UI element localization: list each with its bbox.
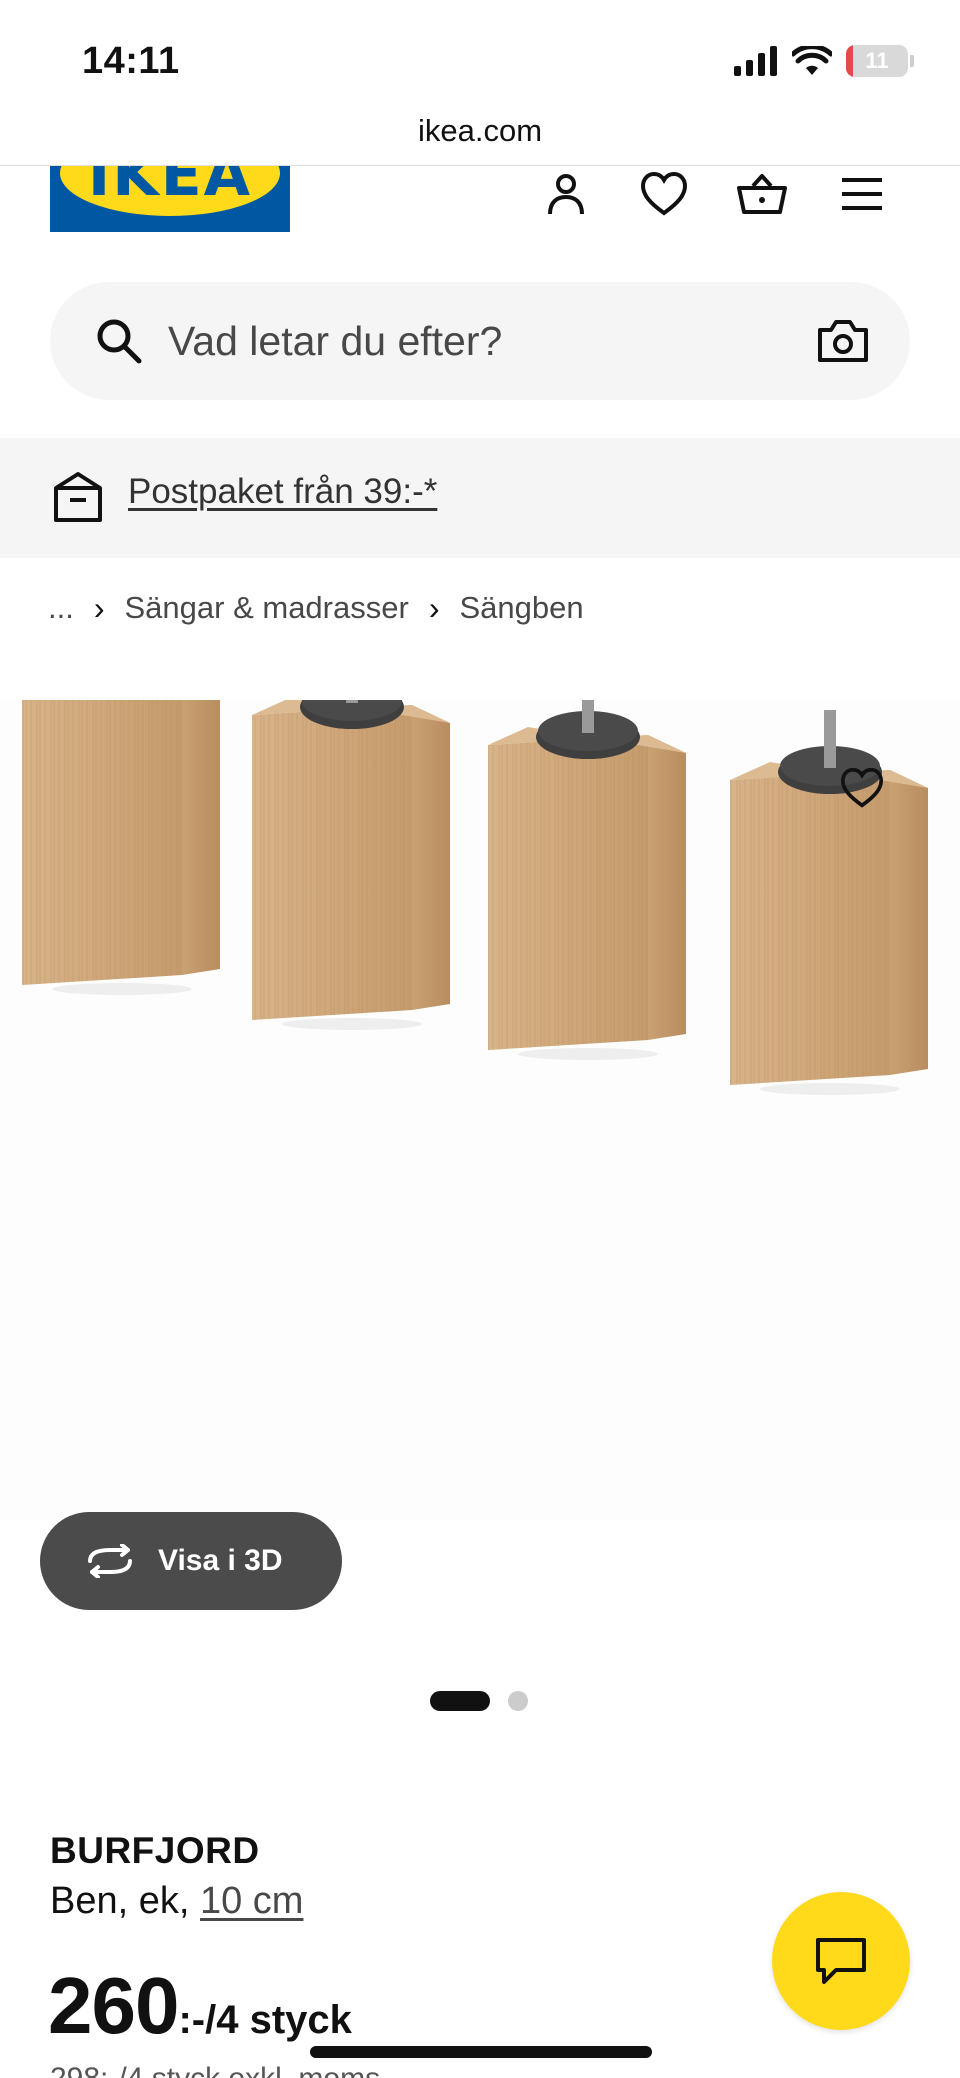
chat-button[interactable] [772, 1892, 910, 2030]
carousel-dot[interactable] [508, 1691, 528, 1711]
search-input[interactable] [168, 306, 728, 376]
view-3d-button[interactable]: Visa i 3D [40, 1512, 342, 1610]
account-icon[interactable] [538, 166, 594, 222]
shopping-basket-icon[interactable] [734, 166, 790, 222]
product-price: 260 :-/4 styck [48, 1960, 352, 2052]
menu-icon[interactable] [834, 166, 890, 222]
search-icon[interactable] [94, 316, 144, 366]
chat-icon [816, 1938, 866, 1984]
breadcrumb-item-beds[interactable]: Sängar & madrasser [125, 590, 409, 626]
browser-url-bar[interactable]: ikea.com [0, 108, 960, 166]
product-image[interactable] [0, 700, 960, 1520]
url-text: ikea.com [417, 113, 543, 148]
status-icons: 11 [734, 44, 914, 78]
promo-link[interactable]: Postpaket från 39:-* [128, 472, 437, 512]
cellular-signal-icon [734, 46, 777, 76]
bed-leg [22, 700, 220, 985]
carousel-dot-active[interactable] [430, 1691, 490, 1711]
heart-icon[interactable] [636, 166, 692, 222]
breadcrumb-item-bed-legs[interactable]: Sängben [459, 590, 583, 626]
bed-leg [488, 700, 686, 1050]
price-excl-vat: 298:-/4 styck exkl. moms [50, 2062, 380, 2078]
battery-tip [910, 55, 914, 67]
bed-leg [252, 700, 450, 1020]
logo-text: IKEA [87, 166, 253, 210]
favorite-heart-icon[interactable] [834, 760, 890, 816]
product-size-link[interactable]: 10 cm [200, 1880, 303, 1922]
wifi-icon [792, 46, 832, 75]
home-indicator [310, 2046, 652, 2058]
view-3d-label: Visa i 3D [158, 1544, 283, 1577]
package-icon [54, 472, 102, 522]
site-header: IKEA [0, 166, 960, 236]
product-name: BURFJORD [50, 1830, 260, 1871]
product-description: Ben, ek, 10 cm [50, 1880, 303, 1923]
battery-indicator: 11 [846, 45, 908, 77]
status-time: 14:11 [82, 40, 180, 82]
price-main: 260 [48, 1961, 179, 2050]
search-bar [50, 282, 910, 400]
breadcrumb-ellipsis[interactable]: ... [48, 590, 74, 626]
promo-banner: Postpaket från 39:-* [0, 438, 960, 558]
price-suffix: :-/4 styck [178, 1998, 352, 2042]
battery-level: 11 [865, 48, 889, 73]
status-bar: 14:11 11 [0, 0, 960, 120]
breadcrumb: ... › Sängar & madrasser › Sängben [48, 588, 584, 628]
ikea-logo[interactable]: IKEA [50, 166, 290, 232]
carousel-indicator [0, 1688, 960, 1712]
product-description-text: Ben, ek, [50, 1880, 190, 1922]
chevron-right-icon: › [428, 589, 440, 626]
chevron-right-icon: › [93, 589, 105, 626]
rotate-3d-icon [88, 1544, 132, 1578]
camera-icon[interactable] [816, 314, 870, 368]
